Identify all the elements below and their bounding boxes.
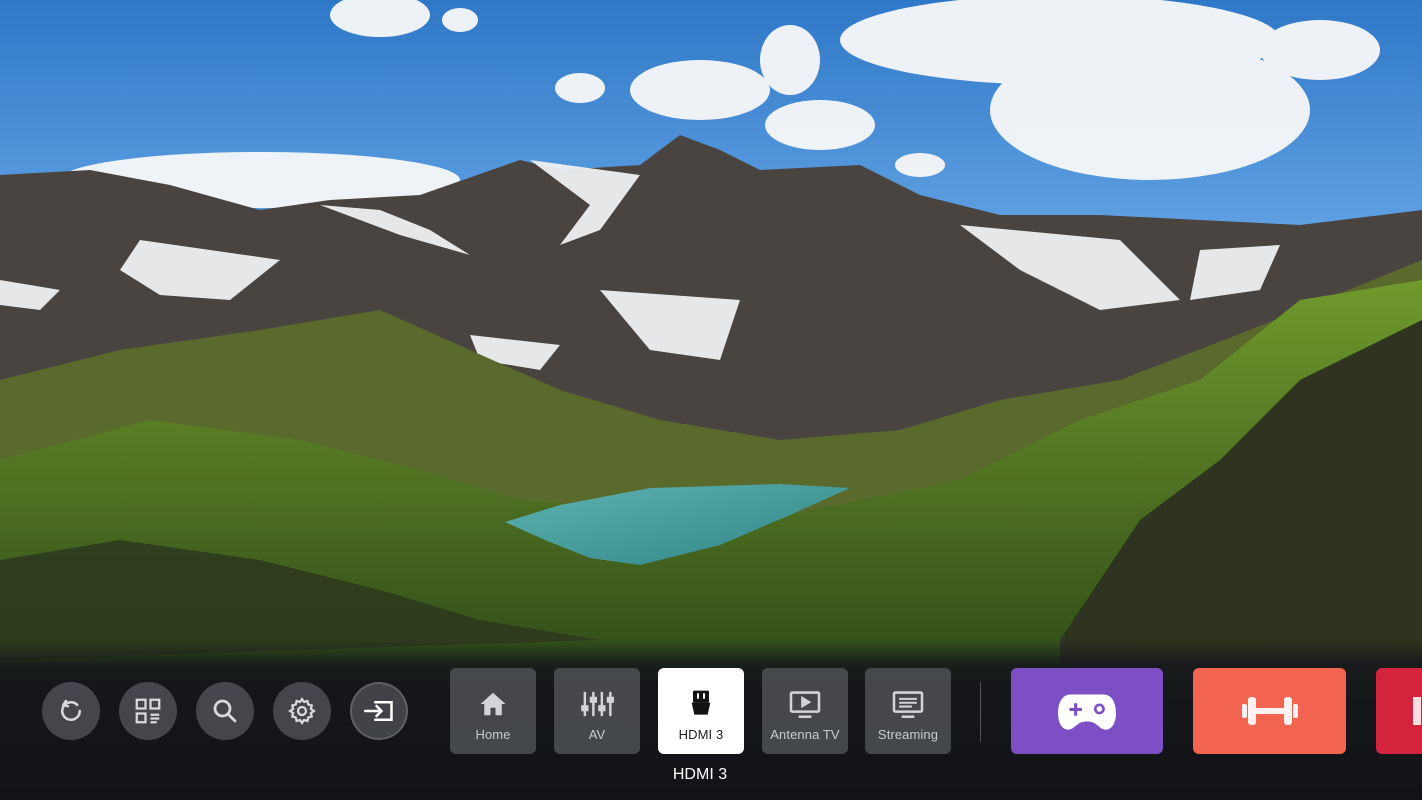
app-tile-partial[interactable] bbox=[1376, 668, 1422, 754]
settings-button[interactable] bbox=[273, 682, 331, 740]
input-source-button[interactable] bbox=[350, 682, 408, 740]
gear-icon bbox=[288, 697, 316, 725]
apps-button[interactable] bbox=[119, 682, 177, 740]
gamepad-icon bbox=[1058, 694, 1116, 730]
selected-input-caption: HDMI 3 bbox=[672, 766, 728, 783]
search-button[interactable] bbox=[196, 682, 254, 740]
dumbbell-icon bbox=[1241, 697, 1298, 725]
input-label: HDMI 3 bbox=[678, 726, 724, 742]
tv-icon bbox=[788, 687, 822, 721]
app-tile-games[interactable] bbox=[1011, 668, 1163, 754]
search-icon bbox=[213, 699, 237, 723]
input-label: Streaming bbox=[877, 726, 939, 742]
input-tile-streaming[interactable]: Streaming bbox=[865, 668, 951, 754]
app-tile-fitness[interactable] bbox=[1193, 668, 1346, 754]
input-tile-hdmi-3[interactable]: HDMI 3 bbox=[658, 668, 744, 754]
av-sliders-icon bbox=[580, 687, 614, 721]
app-partial-icon bbox=[1413, 697, 1421, 725]
hdmi-icon bbox=[689, 687, 713, 721]
bar-divider bbox=[980, 682, 981, 742]
input-label: AV bbox=[588, 726, 606, 742]
input-label: Antenna TV bbox=[770, 726, 840, 742]
input-source-icon bbox=[364, 701, 393, 721]
streaming-icon bbox=[891, 687, 925, 721]
input-tile-home[interactable]: Home bbox=[450, 668, 536, 754]
refresh-icon bbox=[61, 699, 81, 721]
refresh-button[interactable] bbox=[42, 682, 100, 740]
input-label: Home bbox=[475, 726, 511, 742]
input-tile-antenna-tv[interactable]: Antenna TV bbox=[762, 668, 848, 754]
input-tile-av[interactable]: AV bbox=[554, 668, 640, 754]
apps-grid-icon bbox=[135, 698, 161, 724]
home-icon bbox=[478, 687, 508, 721]
